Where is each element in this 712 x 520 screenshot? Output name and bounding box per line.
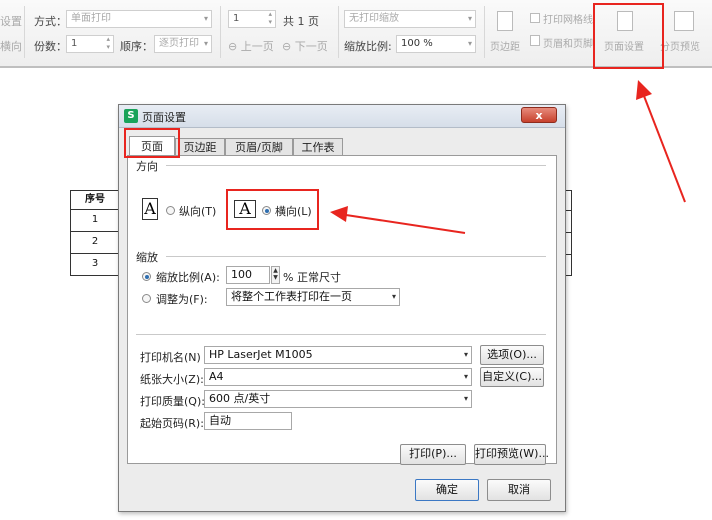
arrow-to-landscape-icon (330, 206, 466, 234)
annotation-arrows (330, 80, 686, 234)
arrow-to-page-setup-icon (636, 80, 686, 203)
